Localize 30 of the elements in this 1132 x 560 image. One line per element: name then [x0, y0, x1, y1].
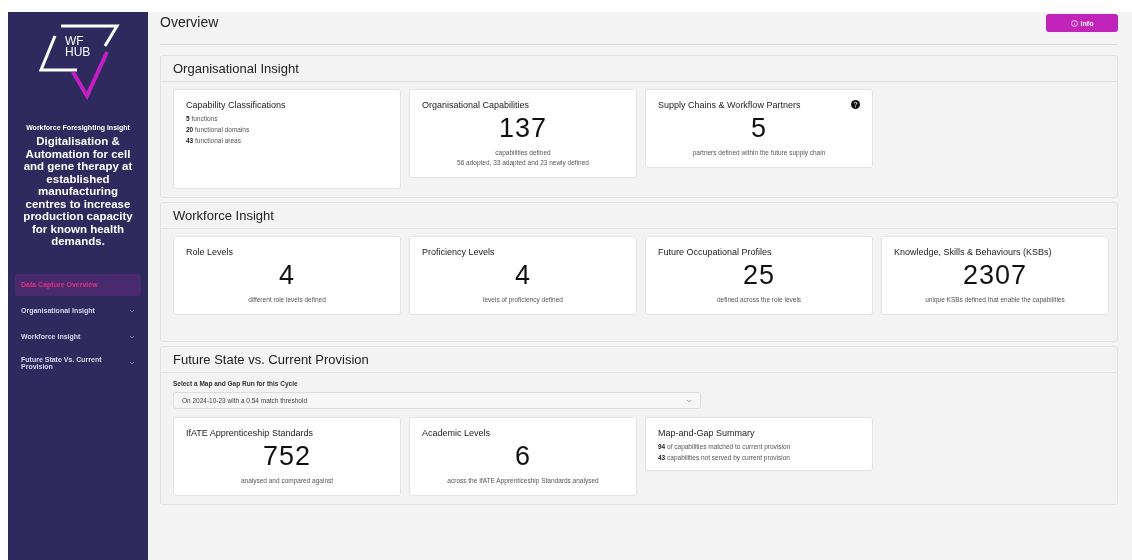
chevron-down-icon	[686, 398, 692, 403]
stat-value: 2307	[961, 260, 1029, 291]
section-title: Future State vs. Current Provision	[161, 347, 1117, 373]
logo-text: WF HUB	[65, 36, 91, 58]
card-title: Future Occupational Profiles	[658, 247, 773, 258]
section-title: Organisational Insight	[161, 56, 1117, 82]
stat-value: 6	[514, 441, 532, 472]
card-title: Capability Classifications	[186, 100, 287, 111]
card-title: Organisational Capabilities	[422, 100, 531, 111]
chevron-down-icon	[129, 334, 135, 339]
card-title: Academic Levels	[422, 428, 492, 439]
stat-value: 4	[278, 260, 296, 291]
card-title: Role Levels	[186, 247, 235, 258]
card-title: Knowledge, Skills & Behaviours (KSBs)	[894, 247, 1053, 258]
stat-value: 5	[750, 113, 768, 144]
card-title: Map-and-Gap Summary	[658, 428, 756, 439]
chevron-down-icon	[129, 308, 135, 313]
card-title: Proficiency Levels	[422, 247, 496, 258]
card-title: Supply Chains & Workflow Partners	[658, 100, 802, 111]
stat-value: 137	[497, 113, 549, 144]
stat-value: 752	[261, 441, 313, 472]
section-title: Workforce Insight	[161, 203, 1117, 229]
stat-value: 25	[741, 260, 776, 291]
page-title: Overview	[160, 14, 219, 30]
project-title: Digitalisation & Automation for cell and gene therapy at established manufacturing centres to increase production capacity for known health demands.	[22, 135, 134, 248]
help-icon[interactable]	[851, 100, 860, 109]
stat-value: 4	[514, 260, 532, 291]
card-title: IfATE Apprenticeship Standards	[186, 428, 314, 439]
info-icon	[1070, 19, 1078, 27]
chevron-down-icon	[129, 360, 135, 365]
